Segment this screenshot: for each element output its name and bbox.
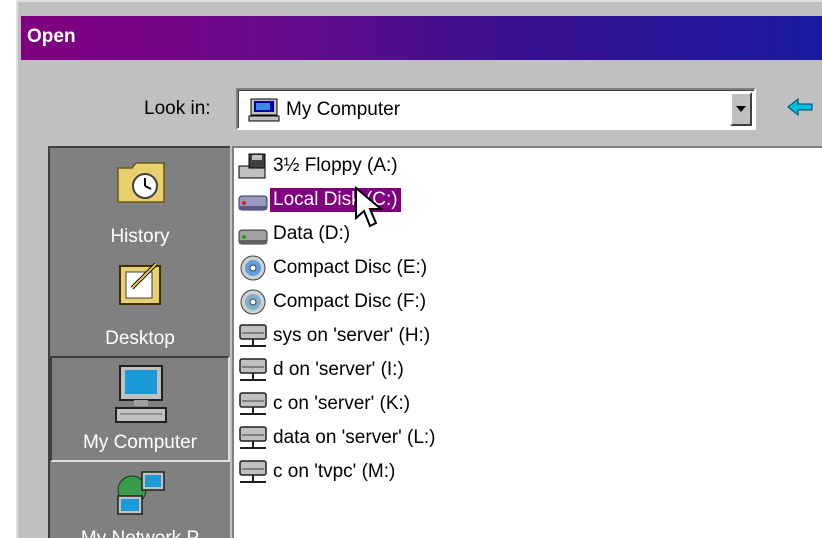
place-label: Desktop	[105, 328, 175, 349]
look-in-dropdown[interactable]: My Computer	[236, 88, 756, 130]
hard-disk-icon	[238, 195, 268, 211]
title-bar[interactable]: Open	[21, 16, 822, 60]
back-arrow-icon[interactable]	[786, 96, 814, 118]
network-places-icon	[117, 471, 165, 515]
network-drive-icon	[239, 426, 267, 449]
list-item[interactable]: data on 'server' (L:)	[238, 424, 439, 452]
look-in-label: Look in:	[144, 98, 211, 119]
list-item-label: c on 'server' (K:)	[273, 393, 411, 414]
list-item-label: Compact Disc (F:)	[273, 291, 427, 312]
hard-disk-icon	[238, 229, 268, 245]
list-item-label: sys on 'server' (H:)	[273, 325, 431, 346]
list-item-label: d on 'server' (I:)	[273, 359, 404, 380]
my-computer-icon	[248, 98, 280, 122]
list-item[interactable]: d on 'server' (I:)	[238, 356, 407, 384]
open-dialog: Open Look in: My Computer History Deskto…	[16, 0, 822, 538]
desktop-icon	[119, 262, 161, 305]
dropdown-button[interactable]	[730, 92, 752, 126]
list-item[interactable]: c on 'server' (K:)	[238, 390, 413, 418]
cd-drive-icon	[240, 255, 266, 281]
list-item-label: 3½ Floppy (A:)	[273, 155, 398, 176]
look-in-value: My Computer	[286, 99, 401, 120]
my-computer-icon	[115, 365, 167, 423]
list-item[interactable]: c on 'tvpc' (M:)	[238, 458, 398, 486]
chevron-down-icon	[736, 106, 746, 112]
place-my-network-places[interactable]: My Network P	[50, 464, 230, 538]
history-icon	[117, 162, 165, 203]
list-item[interactable]: Data (D:)	[238, 220, 353, 248]
list-item[interactable]: 3½ Floppy (A:)	[238, 152, 401, 180]
place-desktop[interactable]: Desktop	[50, 252, 230, 356]
list-item[interactable]: Compact Disc (F:)	[238, 288, 429, 316]
list-item-label: c on 'tvpc' (M:)	[273, 461, 396, 482]
place-label: History	[110, 226, 170, 247]
network-drive-icon	[239, 358, 267, 381]
network-drive-icon	[239, 460, 267, 483]
place-label: My Network P	[50, 528, 230, 538]
places-bar: History Desktop My Computer	[48, 146, 230, 538]
place-my-computer[interactable]: My Computer	[50, 356, 230, 462]
list-item[interactable]: Compact Disc (E:)	[238, 254, 430, 282]
place-history[interactable]: History	[50, 148, 230, 256]
place-label: My Computer	[82, 432, 198, 453]
mouse-cursor-icon	[355, 186, 384, 228]
list-item-label: data on 'server' (L:)	[273, 427, 436, 448]
floppy-drive-icon	[238, 153, 266, 179]
list-item-label: Data (D:)	[273, 223, 351, 244]
network-drive-icon	[239, 392, 267, 415]
network-drive-icon	[239, 324, 267, 347]
list-item-label: Compact Disc (E:)	[273, 257, 428, 278]
window-title: Open	[27, 26, 76, 47]
list-item[interactable]: sys on 'server' (H:)	[238, 322, 433, 350]
cd-drive-icon	[240, 289, 266, 315]
file-list: 3½ Floppy (A:) Local Disk (C:) Data (D:)	[232, 146, 822, 538]
